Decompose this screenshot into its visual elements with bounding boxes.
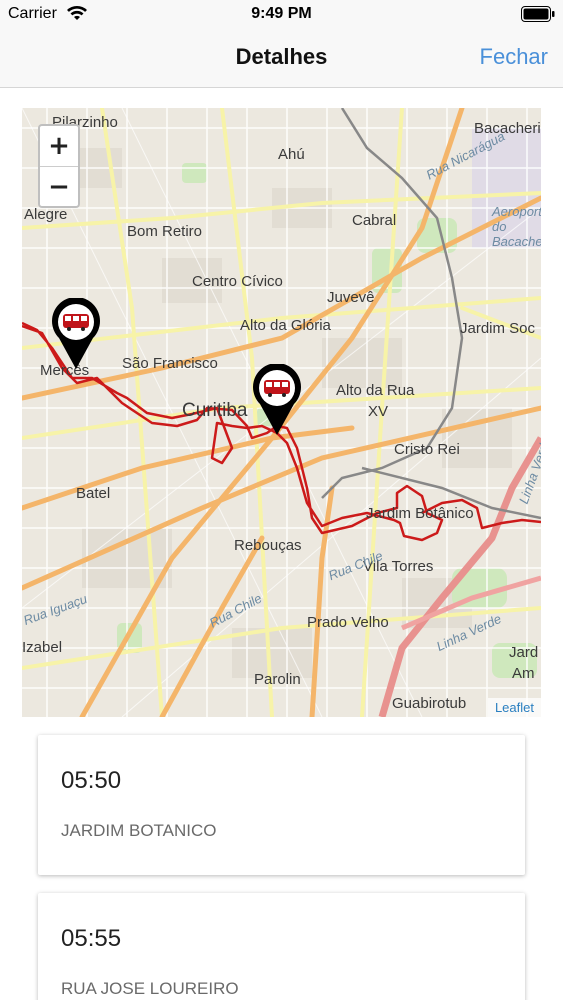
road-label: Aeroporto do Bacacheri [492,204,541,249]
zoom-out-button[interactable]: − [40,166,78,206]
navigation-bar: Detalhes Fechar [0,30,563,88]
schedule-card[interactable]: 05:50 JARDIM BOTANICO [38,735,525,875]
place-label: Izabel [22,639,63,656]
schedule-time: 05:55 [61,925,122,952]
place-label: Guabirotub [392,695,467,712]
place-label: Bom Retiro [127,223,203,240]
place-label: Jardim Soc [460,320,536,337]
place-label: Ahú [278,146,305,163]
place-label: XV [368,403,389,420]
place-label: Centro Cívico [192,273,283,290]
place-label: Alto da Glória [240,317,331,334]
zoom-in-button[interactable]: + [40,126,78,166]
place-label: Am [512,665,535,682]
place-label: Prado Velho [307,614,389,631]
place-label: Rebouças [234,537,302,554]
place-label: Jardim Botânico [366,505,474,522]
place-label: Parolin [254,671,301,688]
place-label: Juvevê [327,289,375,306]
place-label: Curitiba [182,400,248,421]
place-label: Cristo Rei [394,441,460,458]
schedule-stop: JARDIM BOTANICO [61,821,217,840]
place-label: Bacacheri [474,120,541,137]
map-attribution-link[interactable]: Leaflet [487,698,541,717]
schedule-card[interactable]: 05:55 RUA JOSE LOUREIRO [38,893,525,1000]
bus-stop-marker[interactable] [51,298,101,370]
place-label: Alegre [24,206,68,223]
zoom-control: + − [38,124,80,208]
route-map[interactable]: Pilarzinho Ahú Bacacheri Alegre Bom Reti… [22,108,541,717]
schedule-stop: RUA JOSE LOUREIRO [61,979,239,998]
status-bar: Carrier 9:49 PM [0,0,563,30]
place-label: Alto da Rua [336,382,415,399]
battery-icon [521,6,555,22]
bus-stop-marker[interactable] [252,364,302,436]
place-label: Jard [509,644,539,661]
place-label: São Francisco [122,355,218,372]
schedule-time: 05:50 [61,767,122,794]
place-label: Cabral [352,212,397,229]
place-label: Batel [76,485,111,502]
close-button[interactable]: Fechar [480,44,548,70]
clock: 9:49 PM [251,5,312,22]
